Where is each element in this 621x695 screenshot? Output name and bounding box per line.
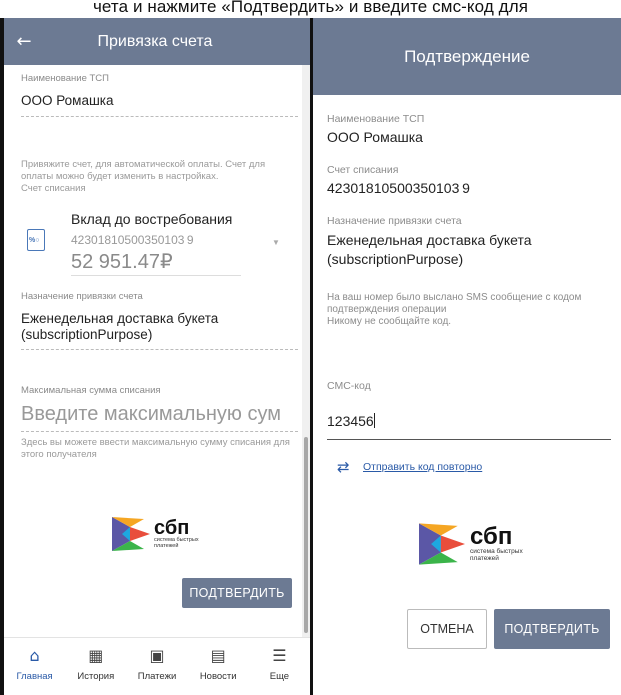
max-sum-field: Максимальная сумма списания Введите макс… xyxy=(21,385,298,461)
cancel-button[interactable]: ОТМЕНА xyxy=(407,609,487,649)
account-hint: Привяжите счет, для автоматической оплат… xyxy=(21,159,266,194)
page-title: Привязка счета xyxy=(97,32,213,50)
arrow-left-icon[interactable]: ← xyxy=(4,31,44,52)
sbp-logo-text: сбп xyxy=(470,523,513,551)
tab-history[interactable]: ▦ История xyxy=(65,638,126,695)
purpose-value: Еженедельная доставка букета (subscripti… xyxy=(21,302,298,350)
merchant-value: ООО Ромашка xyxy=(21,84,298,117)
page-title: Подтверждение xyxy=(313,18,621,95)
chevron-down-icon[interactable]: ▼ xyxy=(272,238,280,247)
scrollbar[interactable] xyxy=(302,65,310,637)
account-name[interactable]: Вклад до востребования xyxy=(71,211,232,227)
scrollbar-thumb[interactable] xyxy=(304,437,308,633)
refresh-icon: ⇄ xyxy=(337,458,350,476)
app-header: ← Привязка счета xyxy=(4,18,310,65)
tab-more[interactable]: ☰ Еще xyxy=(249,638,310,695)
tab-payments[interactable]: ▣ Платежи xyxy=(126,638,187,695)
purpose-label: Назначение привязки счета xyxy=(327,215,462,227)
merchant-field: Наименование ТСП ООО Ромашка xyxy=(21,73,298,117)
confirm-button[interactable]: ПОДТВЕРДИТЬ xyxy=(494,609,610,649)
account-balance: 52 951.47₽ xyxy=(71,249,241,276)
sbp-logo-icon xyxy=(112,517,150,551)
link-account-screen: ← Привязка счета Наименование ТСП ООО Ро… xyxy=(4,18,310,695)
purpose-field: Назначение привязки счета Еженедельная д… xyxy=(21,291,298,350)
sbp-logo: сбп система быстрых платежей xyxy=(416,521,523,567)
tab-home[interactable]: ⌂ Главная xyxy=(4,638,65,695)
tab-news[interactable]: ▤ Новости xyxy=(188,638,249,695)
instruction-caption: чета и нажмите «Подтвердить» и введите с… xyxy=(92,0,529,16)
max-sum-input[interactable]: Введите максимальную сум xyxy=(21,396,298,432)
merchant-label: Наименование ТСП xyxy=(327,113,425,125)
bottom-nav: ⌂ Главная ▦ История ▣ Платежи ▤ Новости … xyxy=(4,637,310,695)
sbp-logo-icon xyxy=(419,523,465,565)
sms-label: СМС-код xyxy=(327,380,371,392)
wallet-icon: ▣ xyxy=(149,646,165,665)
account-value: 42301810500350103 9 xyxy=(327,180,470,196)
sbp-logo-text: сбп xyxy=(154,517,190,540)
scroll-content: Наименование ТСП ООО Ромашка Привяжите с… xyxy=(4,65,302,637)
account-label: Счет списания xyxy=(21,183,86,194)
max-sum-label: Максимальная сумма списания xyxy=(21,385,161,396)
max-sum-hint: Здесь вы можете ввести максимальную сумм… xyxy=(21,437,290,460)
confirm-button[interactable]: ПОДТВЕРДИТЬ xyxy=(182,578,292,608)
menu-icon: ☰ xyxy=(272,646,287,665)
account-number: 42301810500350103 9 xyxy=(71,233,194,247)
deposit-icon: %○ xyxy=(27,229,45,251)
home-icon: ⌂ xyxy=(29,646,40,665)
frame-border-left xyxy=(0,18,4,695)
sbp-logo: сбп система быстрых платежей xyxy=(110,515,199,553)
calendar-icon: ▦ xyxy=(88,646,104,665)
confirmation-screen: Подтверждение Наименование ТСП ООО Ромаш… xyxy=(313,18,621,695)
merchant-label: Наименование ТСП xyxy=(21,73,109,84)
sms-hint: На ваш номер было выслано SMS сообщение … xyxy=(327,292,582,327)
account-label: Счет списания xyxy=(327,164,399,176)
purpose-label: Назначение привязки счета xyxy=(21,291,143,302)
purpose-value: Еженедельная доставка букета (subscripti… xyxy=(327,232,532,267)
sms-code-input[interactable]: 123456 xyxy=(327,413,611,440)
merchant-value: ООО Ромашка xyxy=(327,129,423,145)
resend-code-link[interactable]: ⇄ Отправить код повторно xyxy=(337,458,482,476)
chat-icon: ▤ xyxy=(210,646,226,665)
text-caret xyxy=(373,413,375,428)
